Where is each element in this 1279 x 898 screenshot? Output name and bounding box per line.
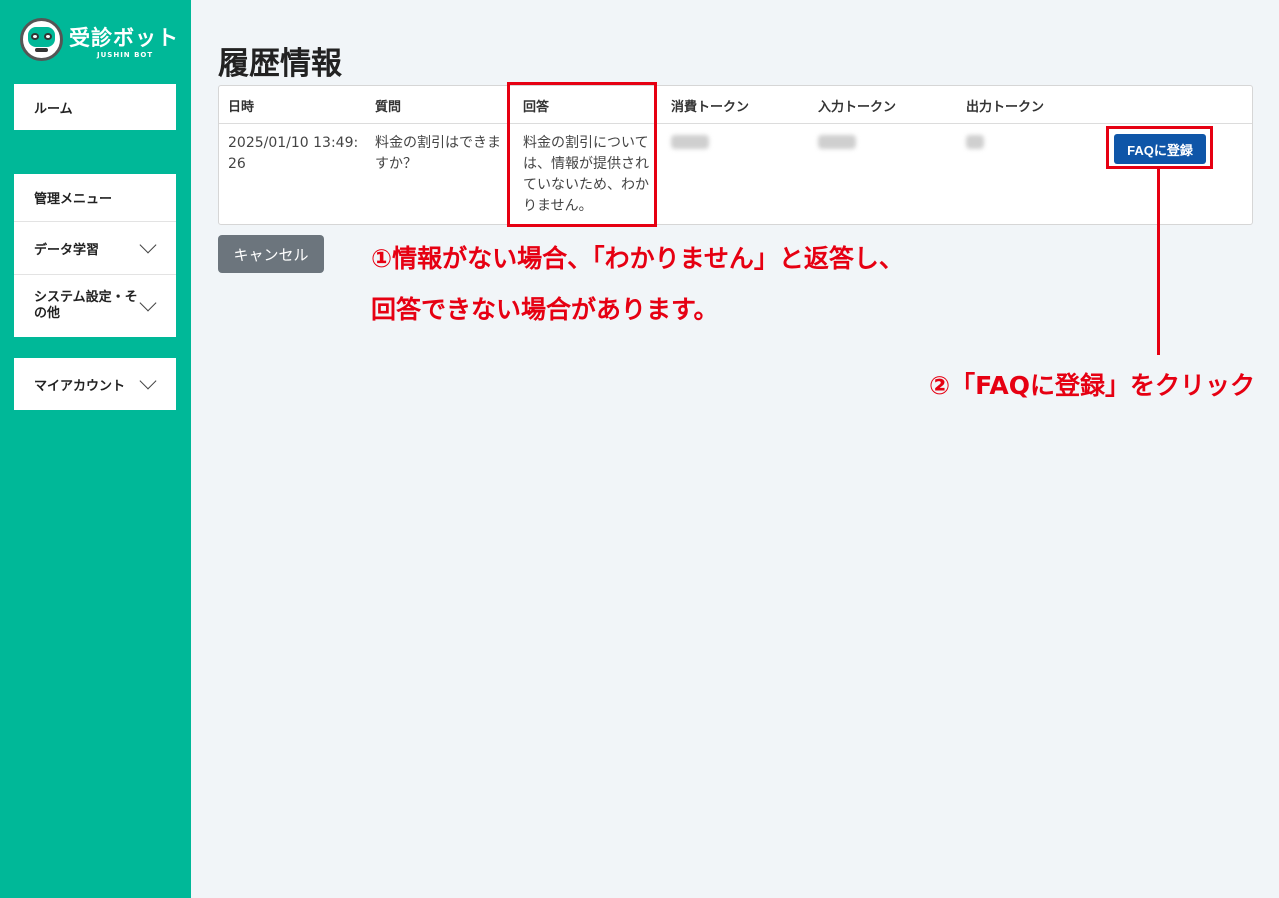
sidebar-item-label: 管理メニュー [34, 192, 113, 207]
answer-highlight-box [507, 82, 657, 227]
sidebar: 受診ボット JUSHIN BOT ルーム 管理メニュー データ学習 システム設定… [0, 0, 191, 898]
cell-datetime: 2025/01/10 13:49:26 [228, 135, 359, 172]
cell-consumed-tokens-blurred [671, 135, 709, 149]
logo-subtext: JUSHIN BOT [97, 51, 154, 59]
page-title: 履歴情報 [218, 46, 342, 82]
sidebar-item-label: ルーム [34, 101, 73, 117]
logo-text: 受診ボット [69, 26, 179, 50]
column-header-datetime: 日時 [228, 100, 255, 115]
column-header-input-tokens: 入力トークン [818, 100, 897, 115]
chevron-down-icon [139, 372, 157, 390]
logo[interactable]: 受診ボット JUSHIN BOT [20, 18, 180, 64]
sidebar-item-admin-menu[interactable]: 管理メニュー [14, 174, 176, 221]
faq-button-highlight-box [1106, 126, 1213, 169]
annotation-note-1-line-2: 回答できない場合があります。 [371, 295, 719, 324]
cell-output-tokens-blurred [966, 135, 984, 149]
cell-input-tokens-blurred [818, 135, 856, 149]
cell-question: 料金の割引はできますか？ [375, 135, 501, 172]
sidebar-item-label: データ学習 [34, 242, 100, 258]
sidebar-item-system-settings[interactable]: システム設定・その他 [14, 274, 176, 337]
cancel-button[interactable]: キャンセル [218, 235, 324, 273]
column-header-output-tokens: 出力トークン [966, 100, 1045, 115]
annotation-note-2: ②「FAQに登録」をクリック [929, 371, 1255, 400]
room-card: ルーム [14, 84, 176, 130]
sidebar-item-label: マイアカウント [34, 378, 126, 394]
sidebar-item-room[interactable]: ルーム [14, 84, 176, 130]
robot-logo-icon [20, 18, 63, 61]
admin-menu-card: 管理メニュー データ学習 システム設定・その他 [14, 174, 176, 337]
column-header-consumed-tokens: 消費トークン [671, 100, 750, 115]
history-table: 日時 質問 回答 消費トークン 入力トークン 出力トークン 2025/01/10… [218, 85, 1253, 225]
sidebar-item-my-account[interactable]: マイアカウント [14, 358, 176, 410]
column-header-question: 質問 [375, 100, 402, 115]
annotation-connector-line [1157, 169, 1160, 355]
chevron-down-icon [139, 294, 157, 312]
header-divider [219, 123, 1252, 124]
sidebar-item-label: システム設定・その他 [34, 290, 138, 321]
my-account-card: マイアカウント [14, 358, 176, 410]
chevron-down-icon [139, 236, 157, 254]
sidebar-item-data-learning[interactable]: データ学習 [14, 221, 176, 274]
annotation-note-1-line-1: ①情報がない場合、「わかりません」と返答し、 [371, 244, 904, 273]
